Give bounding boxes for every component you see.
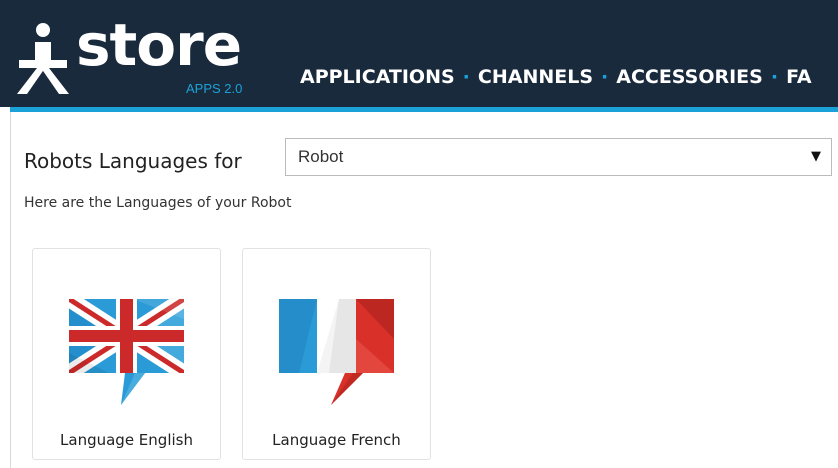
header-accent-line — [10, 107, 838, 112]
nav-accessories[interactable]: ACCESSORIES — [616, 62, 763, 92]
robots-languages-label: Robots Languages for — [24, 149, 242, 173]
fr-flag-icon — [279, 299, 394, 405]
nav-fa[interactable]: FA — [786, 62, 812, 92]
dropdown-arrow-icon[interactable]: ▼ — [811, 148, 821, 166]
language-card-label[interactable]: Language English — [33, 430, 220, 450]
nav-channels[interactable]: CHANNELS — [478, 62, 593, 92]
store-header: store APPS 2.0 APPLICATIONS · CHANNELS · ACC… — [0, 0, 838, 107]
main-nav: APPLICATIONS · CHANNELS · ACCESSORIES · FA — [300, 62, 838, 92]
content-left-border — [10, 112, 11, 468]
nav-separator: · — [770, 66, 779, 88]
store-logo-icon[interactable] — [15, 22, 71, 94]
languages-subtitle: Here are the Languages of your Robot — [24, 195, 292, 211]
nav-separator: · — [462, 66, 470, 88]
nav-separator: · — [601, 66, 609, 88]
language-card-english[interactable]: Language English — [32, 248, 221, 460]
uk-flag-icon — [69, 299, 184, 405]
language-card-french[interactable]: Language French — [242, 248, 431, 460]
robot-select-value: Robot — [298, 147, 344, 166]
language-card-label[interactable]: Language French — [243, 430, 430, 450]
store-version-label: APPS 2.0 — [186, 81, 243, 96]
nav-applications[interactable]: APPLICATIONS — [300, 62, 455, 92]
robot-select[interactable]: Robot ▼ — [285, 138, 832, 176]
store-logo-text[interactable]: store — [76, 10, 242, 80]
